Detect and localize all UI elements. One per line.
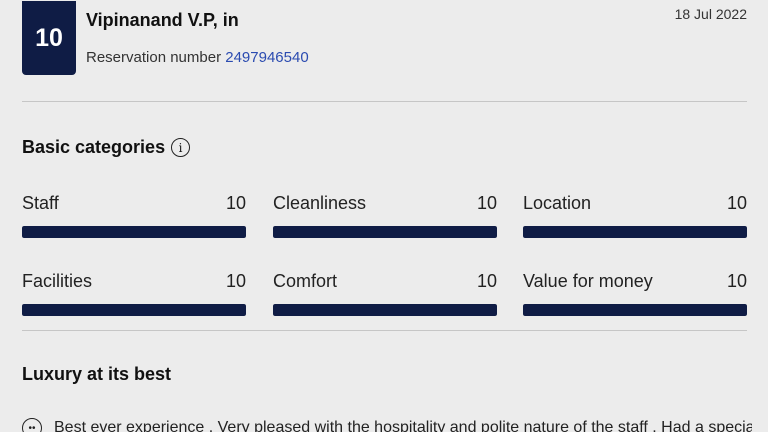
category-label: Facilities — [22, 271, 93, 291]
category-score: 10 — [225, 193, 246, 213]
category-bar-fill — [22, 226, 246, 238]
category-bar — [22, 304, 246, 316]
basic-categories-title: Basic categories — [22, 137, 166, 157]
divider — [22, 101, 747, 102]
category-score: 10 — [476, 271, 497, 291]
category-bar-fill — [523, 304, 747, 316]
reservation-label: Reservation number — [86, 49, 222, 66]
reservation-number-link[interactable]: 2497946540 — [225, 49, 308, 66]
info-icon[interactable]: i — [171, 138, 191, 157]
category-bar-fill — [273, 226, 497, 238]
category-score: 10 — [476, 193, 497, 213]
review-score-badge: 10 — [22, 1, 76, 75]
category-label: Value for money — [523, 271, 653, 291]
review-title: Luxury at its best — [22, 364, 172, 384]
category-bar — [273, 304, 497, 316]
review-body: •• Best ever experience . Very pleased w… — [22, 418, 752, 432]
category-label: Comfort — [273, 271, 338, 291]
review-body-text: Best ever experience . Very pleased with… — [54, 419, 752, 432]
category-value-for-money: Value for money 10 — [523, 271, 747, 316]
category-bar-fill — [273, 304, 497, 316]
category-label: Staff — [22, 193, 59, 213]
category-bar — [273, 226, 497, 238]
category-bar — [22, 226, 246, 238]
category-bar — [523, 226, 747, 238]
category-label: Cleanliness — [273, 193, 367, 213]
category-bar-fill — [523, 226, 747, 238]
reservation-info: Reservation number 2497946540 — [86, 49, 309, 66]
divider — [22, 330, 747, 331]
smiley-icon: •• — [22, 418, 42, 432]
category-comfort: Comfort 10 — [273, 271, 497, 316]
category-facilities: Facilities 10 — [22, 271, 246, 316]
review-score: 10 — [35, 23, 63, 52]
category-score: 10 — [726, 193, 747, 213]
category-staff: Staff 10 — [22, 193, 246, 238]
category-score: 10 — [726, 271, 747, 291]
category-score: 10 — [225, 271, 246, 291]
category-bar-fill — [22, 304, 246, 316]
basic-categories-heading: Basic categories i — [22, 137, 191, 158]
review-date: 18 Jul 2022 — [674, 6, 747, 22]
category-location: Location 10 — [523, 193, 747, 238]
category-label: Location — [523, 193, 592, 213]
category-bar — [523, 304, 747, 316]
reviewer-name: Vipinanand V.P, in — [86, 10, 239, 30]
category-cleanliness: Cleanliness 10 — [273, 193, 497, 238]
